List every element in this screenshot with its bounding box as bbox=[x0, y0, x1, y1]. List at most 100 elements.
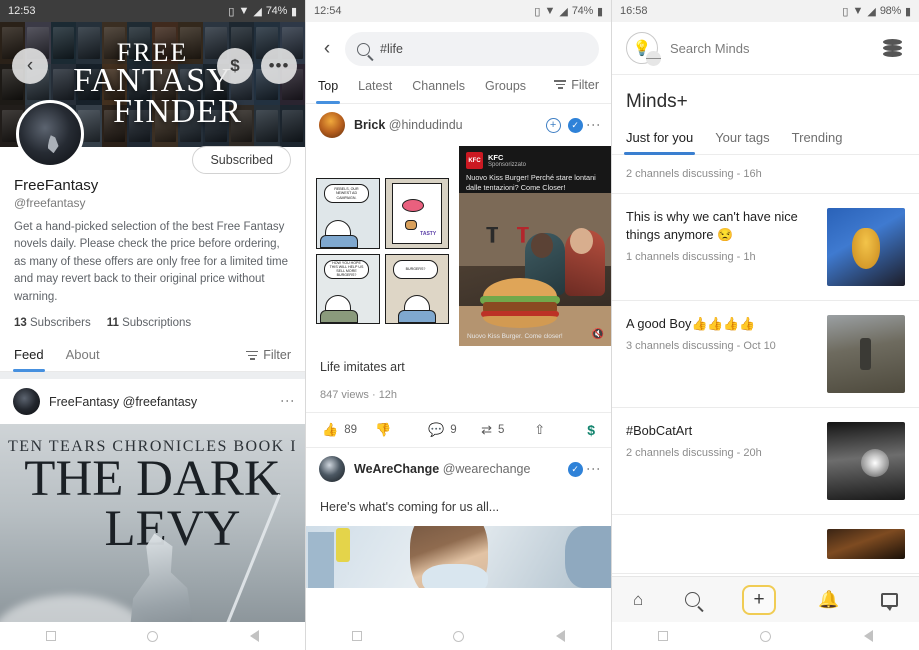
search-tabs: Top Latest Channels Groups Filter bbox=[306, 74, 611, 104]
post-image[interactable] bbox=[306, 526, 611, 588]
wallet-icon[interactable]: $ bbox=[217, 48, 253, 84]
search-input[interactable]: Search Minds bbox=[670, 41, 869, 56]
list-item[interactable]: A good Boy👍👍👍👍 3 channels discussing - O… bbox=[612, 301, 919, 408]
comic-bubble-3: HOW YOU HOPE THIS WILL HELP US SELL MORE… bbox=[324, 259, 369, 279]
post-more-icon[interactable]: ⋮ bbox=[586, 118, 602, 133]
subscribed-button[interactable]: Subscribed bbox=[192, 146, 291, 174]
search-input[interactable]: #life bbox=[345, 32, 599, 66]
recents-button[interactable] bbox=[658, 631, 669, 641]
verified-badge-icon: ✓ bbox=[567, 461, 583, 477]
vibrate-icon: ▯ bbox=[534, 5, 541, 18]
channel-avatar[interactable] bbox=[16, 100, 84, 168]
back-nav-button[interactable] bbox=[556, 630, 566, 642]
comic-bubble-1: REBELS, OUR NEWEST AD CAMPAIGN. bbox=[324, 184, 369, 203]
post-author-name[interactable]: Brick @hindudindu bbox=[354, 118, 463, 132]
comment-button[interactable]: 💬 9 bbox=[428, 422, 481, 438]
avatar[interactable] bbox=[319, 456, 345, 482]
status-bar: 12:53 ▯ ▼ ◢ 74% ▮ bbox=[0, 0, 305, 22]
nav-messages-icon[interactable] bbox=[881, 592, 899, 611]
ad-face-1 bbox=[531, 232, 554, 258]
tab-your-tags[interactable]: Your tags bbox=[715, 127, 769, 154]
tab-just-for-you[interactable]: Just for you bbox=[623, 127, 696, 155]
battery-icon: ▮ bbox=[904, 5, 911, 18]
post-image-book-cover[interactable]: TEN TEARS CHRONICLES BOOK I THE DARK LEV… bbox=[0, 424, 305, 650]
signal-icon: ◢ bbox=[867, 5, 876, 18]
avatar[interactable] bbox=[13, 388, 40, 416]
share-button[interactable]: ⇧ bbox=[534, 422, 587, 438]
ad-overlay-text: Nuovo Kiss Burger. Come closer! bbox=[467, 333, 563, 340]
comic-panel-3: HOW YOU HOPE THIS WILL HELP US SELL MORE… bbox=[316, 253, 380, 324]
back-nav-button[interactable] bbox=[250, 630, 260, 642]
thumbs-down-button[interactable]: 👎 bbox=[375, 422, 428, 438]
nav-search-icon[interactable] bbox=[685, 592, 701, 607]
list-item[interactable] bbox=[612, 515, 919, 574]
list-item[interactable]: 2 channels discussing - 16h bbox=[612, 155, 919, 194]
ad-brand: KFC bbox=[488, 153, 504, 162]
tokens-icon[interactable] bbox=[881, 37, 905, 59]
tab-feed[interactable]: Feed bbox=[13, 339, 45, 373]
phone-screen-search-results: 12:54 ▯ ▼ ◢ 74% ▮ ‹ #life Top Latest Cha… bbox=[306, 0, 612, 650]
share-icon: ⇧ bbox=[534, 422, 546, 437]
post-more-icon[interactable]: ⋮ bbox=[586, 462, 602, 477]
back-icon[interactable]: ‹ bbox=[316, 38, 338, 60]
comment-count: 9 bbox=[450, 424, 457, 436]
post-author-name[interactable]: WeAreChange @wearechange bbox=[354, 462, 530, 476]
channel-stats: 13 Subscribers 11 Subscriptions bbox=[14, 317, 291, 329]
embedded-ad-image[interactable]: KFC KFC Sponsorizzato Nuovo Kiss Burger!… bbox=[459, 146, 611, 346]
filter-button[interactable]: Filter bbox=[246, 348, 291, 362]
remind-button[interactable]: ⇄ 5 bbox=[481, 422, 534, 438]
cover-title-line1: THE DARK bbox=[24, 451, 281, 508]
menu-badge-icon bbox=[646, 51, 661, 66]
home-button[interactable] bbox=[147, 630, 159, 642]
tip-button[interactable]: $ bbox=[587, 422, 595, 438]
more-options-icon[interactable]: ••• bbox=[261, 48, 297, 84]
profile-tabs: Feed About Filter bbox=[0, 339, 305, 373]
nav-home-icon[interactable]: ⌂ bbox=[633, 590, 643, 610]
tab-top[interactable]: Top bbox=[315, 74, 341, 104]
comic-tasty-label: TASTY bbox=[420, 230, 437, 237]
status-time: 12:54 bbox=[314, 5, 342, 17]
post-text: Here's what's coming for us all... bbox=[320, 500, 500, 514]
post-header-actions: + ✓ ⋮ bbox=[545, 117, 602, 133]
filter-button[interactable]: Filter bbox=[554, 78, 599, 100]
post-meta: 847 views · 12h bbox=[320, 389, 398, 401]
user-avatar-menu[interactable]: 💡 bbox=[626, 32, 661, 66]
avatar[interactable] bbox=[319, 112, 345, 138]
nav-notifications-icon[interactable]: 🔔 bbox=[818, 590, 839, 610]
list-item[interactable]: This is why we can't have nice things an… bbox=[612, 194, 919, 301]
back-nav-button[interactable] bbox=[863, 630, 873, 642]
tab-groups[interactable]: Groups bbox=[485, 74, 526, 103]
tab-trending[interactable]: Trending bbox=[792, 127, 843, 154]
subscribe-plus-icon[interactable]: + bbox=[545, 117, 561, 133]
comic-panel-2: TASTY bbox=[385, 178, 449, 249]
filter-icon bbox=[246, 349, 259, 363]
tab-channels[interactable]: Channels bbox=[412, 74, 465, 103]
battery-percent: 98% bbox=[879, 5, 901, 17]
home-button[interactable] bbox=[453, 630, 465, 642]
tab-latest[interactable]: Latest bbox=[358, 74, 392, 103]
subscribers-stat[interactable]: 13 Subscribers bbox=[14, 317, 91, 329]
signal-icon: ◢ bbox=[253, 5, 262, 18]
comic-image[interactable]: REBELS, OUR NEWEST AD CAMPAIGN. TASTY HO… bbox=[306, 146, 459, 346]
post-author[interactable]: FreeFantasy @freefantasy bbox=[49, 395, 197, 409]
home-button[interactable] bbox=[760, 630, 772, 642]
post-media: REBELS, OUR NEWEST AD CAMPAIGN. TASTY HO… bbox=[306, 146, 611, 346]
item-subtitle: 3 channels discussing - Oct 10 bbox=[626, 340, 776, 353]
verified-badge-icon: ✓ bbox=[567, 117, 583, 133]
back-button[interactable]: ‹ bbox=[12, 48, 48, 84]
recents-button[interactable] bbox=[45, 631, 56, 641]
vibrate-icon: ▯ bbox=[228, 5, 235, 18]
status-time: 16:58 bbox=[620, 5, 648, 17]
recents-button[interactable] bbox=[351, 631, 362, 641]
nav-compose-button[interactable]: + bbox=[742, 584, 777, 615]
item-title: A good Boy👍👍👍👍 bbox=[626, 316, 756, 331]
image-face-mask bbox=[421, 564, 488, 588]
subscriptions-stat[interactable]: 11 Subscriptions bbox=[107, 317, 191, 329]
ad-burger bbox=[480, 277, 561, 328]
thumbs-up-button[interactable]: 👍 89 bbox=[322, 422, 375, 438]
list-item[interactable]: #BobCatArt 2 channels discussing - 20h bbox=[612, 408, 919, 515]
channel-bio: Get a hand-picked selection of the best … bbox=[14, 221, 288, 303]
mute-icon[interactable]: 🔇 bbox=[592, 329, 604, 340]
post-more-icon[interactable]: ⋮ bbox=[280, 394, 296, 409]
tab-about[interactable]: About bbox=[66, 339, 100, 371]
